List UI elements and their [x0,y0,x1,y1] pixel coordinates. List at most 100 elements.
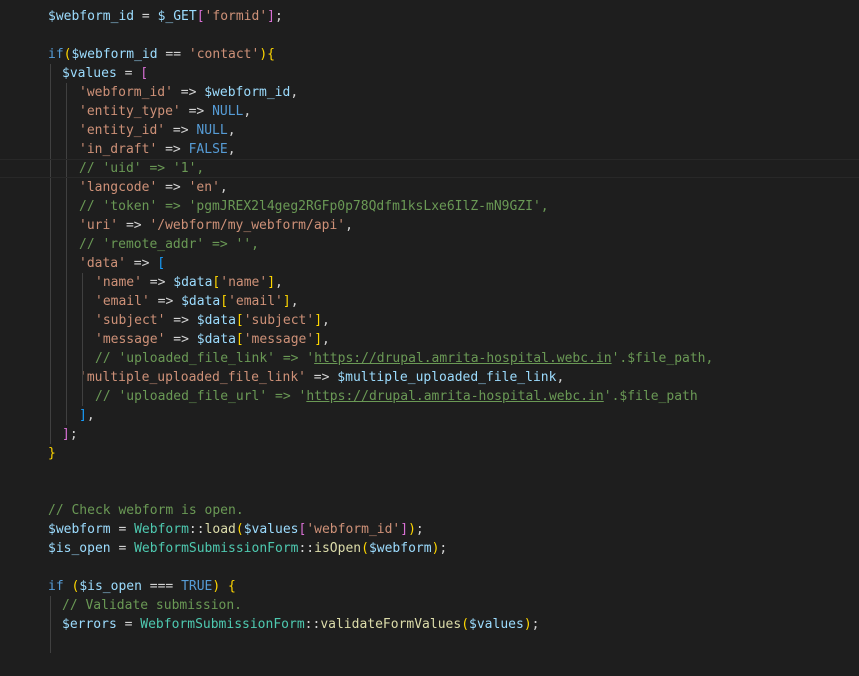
indent-guide [66,387,67,406]
code-token: [ [220,294,229,309]
code-line[interactable]: $is_open = WebformSubmissionForm::isOpen… [0,539,859,558]
code-line[interactable]: // Validate submission. [0,596,859,615]
code-token: => [305,370,338,385]
code-line[interactable] [0,26,859,45]
code-token: $values [243,522,299,537]
line-content: 'in_draft' => FALSE, [48,142,236,157]
code-token: FALSE [188,142,228,157]
code-line[interactable]: 'entity_type' => NULL, [0,102,859,121]
line-content: 'entity_id' => NULL, [48,123,236,138]
code-token: $data [181,294,221,309]
code-line[interactable]: 'langcode' => 'en', [0,178,859,197]
code-line[interactable]: // Check webform is open. [0,501,859,520]
code-line[interactable]: ]; [0,425,859,444]
code-token: 'message' [243,332,315,347]
code-token: = [116,617,141,632]
code-token: [ [140,66,149,81]
line-content: // 'uploaded_file_url' => 'https://drupa… [48,389,698,404]
code-line[interactable]: 'webform_id' => $webform_id, [0,83,859,102]
code-line[interactable] [0,463,859,482]
code-token: , [86,408,95,423]
indent-guide [82,292,83,311]
code-token: } [48,446,56,461]
code-token: = [116,66,141,81]
code-line[interactable] [0,634,859,653]
code-token: = [110,522,135,537]
indent-guide [66,330,67,349]
code-token: 'webform_id' [79,85,173,100]
code-token: , [345,218,353,233]
indent-guide [66,368,67,387]
code-line[interactable]: // 'uid' => '1', [0,159,859,178]
code-token: => [172,85,205,100]
code-token: // 'uid' => '1', [79,161,205,176]
code-line[interactable]: 'email' => $data['email'], [0,292,859,311]
code-token: 'subject' [243,313,315,328]
code-line[interactable]: ], [0,406,859,425]
code-token: $multiple_uploaded_file_link [337,370,557,385]
code-token: 'contact' [188,47,260,62]
code-token: // 'uploaded_file_link' => ' [95,351,315,366]
code-token: $webform_id [204,85,291,100]
line-content: 'entity_type' => NULL, [48,104,251,119]
indent-guide [50,160,51,177]
code-line[interactable]: // 'uploaded_file_link' => 'https://drup… [0,349,859,368]
code-token: NULL [212,104,244,119]
line-content: 'multiple_uploaded_file_link' => $multip… [48,370,564,385]
code-token: https://drupal.amrita-hospital.webc.in [306,389,604,404]
code-line[interactable]: // 'remote_addr' => '', [0,235,859,254]
indent-guide [50,273,51,292]
code-line[interactable]: 'entity_id' => NULL, [0,121,859,140]
code-line[interactable]: $webform_id = $_GET['formid']; [0,7,859,26]
indent-guide [50,197,51,216]
code-line[interactable] [0,558,859,577]
code-line[interactable]: 'subject' => $data['subject'], [0,311,859,330]
code-line[interactable]: // 'uploaded_file_url' => 'https://drupa… [0,387,859,406]
code-line[interactable]: 'data' => [ [0,254,859,273]
indent-guide [50,425,51,444]
code-line[interactable]: if ($is_open === TRUE) { [0,577,859,596]
code-line[interactable]: $values = [ [0,64,859,83]
code-line[interactable]: // 'token' => 'pgmJREX2l4geg2RGFp0p78Qdf… [0,197,859,216]
code-token: load [204,522,236,537]
code-token: :: [304,617,321,632]
code-token: , [227,123,236,138]
line-content: // 'remote_addr' => '', [48,237,259,252]
line-content: 'uri' => '/webform/my_webform/api', [48,218,353,233]
code-token: 'uri' [79,218,119,233]
indent-guide [50,140,51,159]
code-token: ] [282,294,291,309]
indent-guide [50,235,51,254]
code-token: => [125,256,158,271]
code-editor[interactable]: $webform_id = $_GET['formid']; if($webfor… [0,0,859,676]
code-token: 'email' [228,294,283,309]
code-token: 'en' [188,180,220,195]
code-line[interactable]: if($webform_id == 'contact'){ [0,45,859,64]
code-line[interactable]: 'in_draft' => FALSE, [0,140,859,159]
line-content: ], [48,408,95,423]
line-content: ]; [48,427,78,442]
code-token: WebformSubmissionForm [140,617,305,632]
code-token: 'message' [95,332,166,347]
code-line[interactable]: } [0,444,859,463]
code-line[interactable]: 'uri' => '/webform/my_webform/api', [0,216,859,235]
code-line[interactable]: 'message' => $data['message'], [0,330,859,349]
line-content: if($webform_id == 'contact'){ [48,47,275,62]
code-token: = [110,541,135,556]
code-token: , [556,370,565,385]
code-token: ( [235,522,244,537]
code-token: == [157,47,189,62]
code-line[interactable]: $webform = Webform::load($values['webfor… [0,520,859,539]
indent-guide [66,102,67,121]
indent-guide [50,615,51,634]
code-line[interactable]: $errors = WebformSubmissionForm::validat… [0,615,859,634]
line-content: $is_open = WebformSubmissionForm::isOpen… [48,541,447,556]
indent-guide [66,160,67,177]
code-line[interactable]: 'name' => $data['name'], [0,273,859,292]
code-line[interactable]: 'multiple_uploaded_file_link' => $multip… [0,368,859,387]
indent-guide [50,387,51,406]
code-line[interactable] [0,482,859,501]
code-token: 'name' [220,275,268,290]
indent-guide [50,311,51,330]
code-token: ] [400,522,409,537]
